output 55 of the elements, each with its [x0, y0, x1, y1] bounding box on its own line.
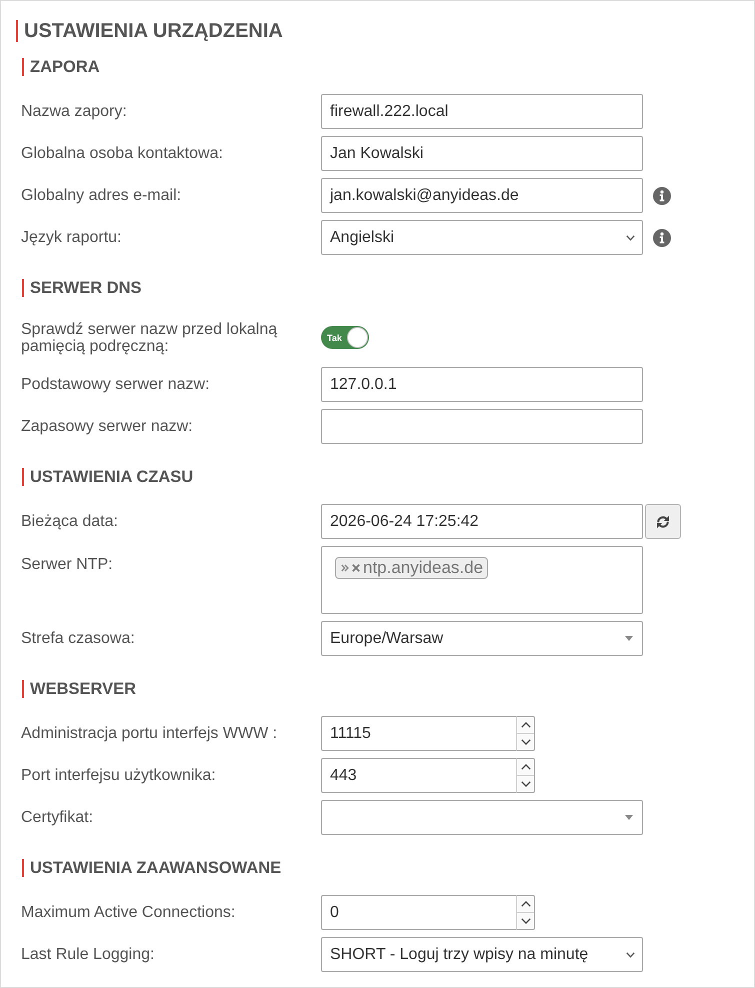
refresh-icon	[656, 514, 670, 528]
section-heading: USTAWIENIA ZAAWANSOWANE	[22, 859, 282, 877]
field-label: Język raportu:	[21, 229, 122, 246]
dropdown[interactable]: SHORT - Loguj trzy wpisy na minutę	[321, 937, 643, 972]
field-label: Last Rule Logging:	[21, 946, 156, 963]
field-label: Maximum Active Connections:	[21, 904, 236, 921]
triangle-down-icon	[625, 636, 633, 641]
chevron-down-icon[interactable]	[520, 918, 530, 924]
info-icon[interactable]	[653, 186, 671, 204]
combobox[interactable]: Europe/Warsaw	[321, 621, 643, 656]
chevron-up-icon[interactable]	[520, 764, 530, 770]
chevron-down-icon[interactable]	[520, 781, 530, 787]
spinner-control[interactable]	[516, 716, 535, 751]
refresh-button[interactable]	[645, 504, 681, 539]
section-heading: SERWER DNS	[22, 279, 142, 297]
field-label: Globalna osoba kontaktowa:	[21, 145, 224, 162]
spinner-control[interactable]	[516, 758, 535, 793]
field-label: Podstawowy serwer nazw:	[21, 376, 211, 393]
chevron-down-icon	[626, 234, 635, 240]
tags-field[interactable]: ntp.anyideas.de	[321, 546, 643, 614]
field-label: Serwer NTP:	[21, 555, 114, 573]
chevron-down-icon	[626, 952, 635, 958]
field-label: Zapasowy serwer nazw:	[21, 418, 194, 435]
dropdown[interactable]: Angielski	[321, 220, 643, 255]
field-label: Globalny adres e-mail:	[21, 187, 182, 204]
chevron-up-icon[interactable]	[520, 722, 530, 728]
chevron-down-icon[interactable]	[520, 739, 530, 745]
field-label: Nazwa zapory:	[21, 103, 128, 120]
text-field[interactable]: jan.kowalski@anyideas.de	[321, 178, 643, 213]
page-title: USTAWIENIA URZĄDZENIA	[16, 20, 283, 42]
field-label: Port interfejsu użytkownika:	[21, 767, 217, 784]
section-heading: USTAWIENIA CZASU	[22, 468, 194, 486]
text-field[interactable]: firewall.222.local	[321, 94, 643, 129]
field-label: Bieżąca data:	[21, 513, 119, 530]
chevron-up-icon[interactable]	[520, 901, 530, 907]
section-heading: ZAPORA	[22, 58, 100, 76]
text-field[interactable]: 127.0.0.1	[321, 367, 643, 402]
field-label: Certyfikat:	[21, 809, 94, 826]
number-field[interactable]: 0	[321, 895, 516, 930]
toggle-switch[interactable]: Tak	[321, 326, 369, 349]
field-label: Sprawdź serwer nazw przed lokalną pamięcią podręczną:	[21, 320, 278, 354]
date-time-field[interactable]: 2026-06-24 17:25:42	[321, 504, 643, 539]
number-field[interactable]: 11115	[321, 716, 516, 751]
field-label: Strefa czasowa:	[21, 630, 136, 647]
close-icon[interactable]	[352, 564, 360, 572]
section-heading: WEBSERVER	[22, 680, 136, 698]
triangle-down-icon	[625, 815, 633, 820]
tag-chip[interactable]: ntp.anyideas.de	[335, 557, 488, 579]
text-field[interactable]	[321, 409, 643, 444]
spinner-control[interactable]	[516, 895, 535, 930]
text-field[interactable]: Jan Kowalski	[321, 136, 643, 171]
field-label: Administracja portu interfejs WWW :	[21, 725, 278, 742]
number-field[interactable]: 443	[321, 758, 516, 793]
info-icon[interactable]	[653, 228, 671, 246]
double-chevron-icon[interactable]	[341, 564, 349, 572]
